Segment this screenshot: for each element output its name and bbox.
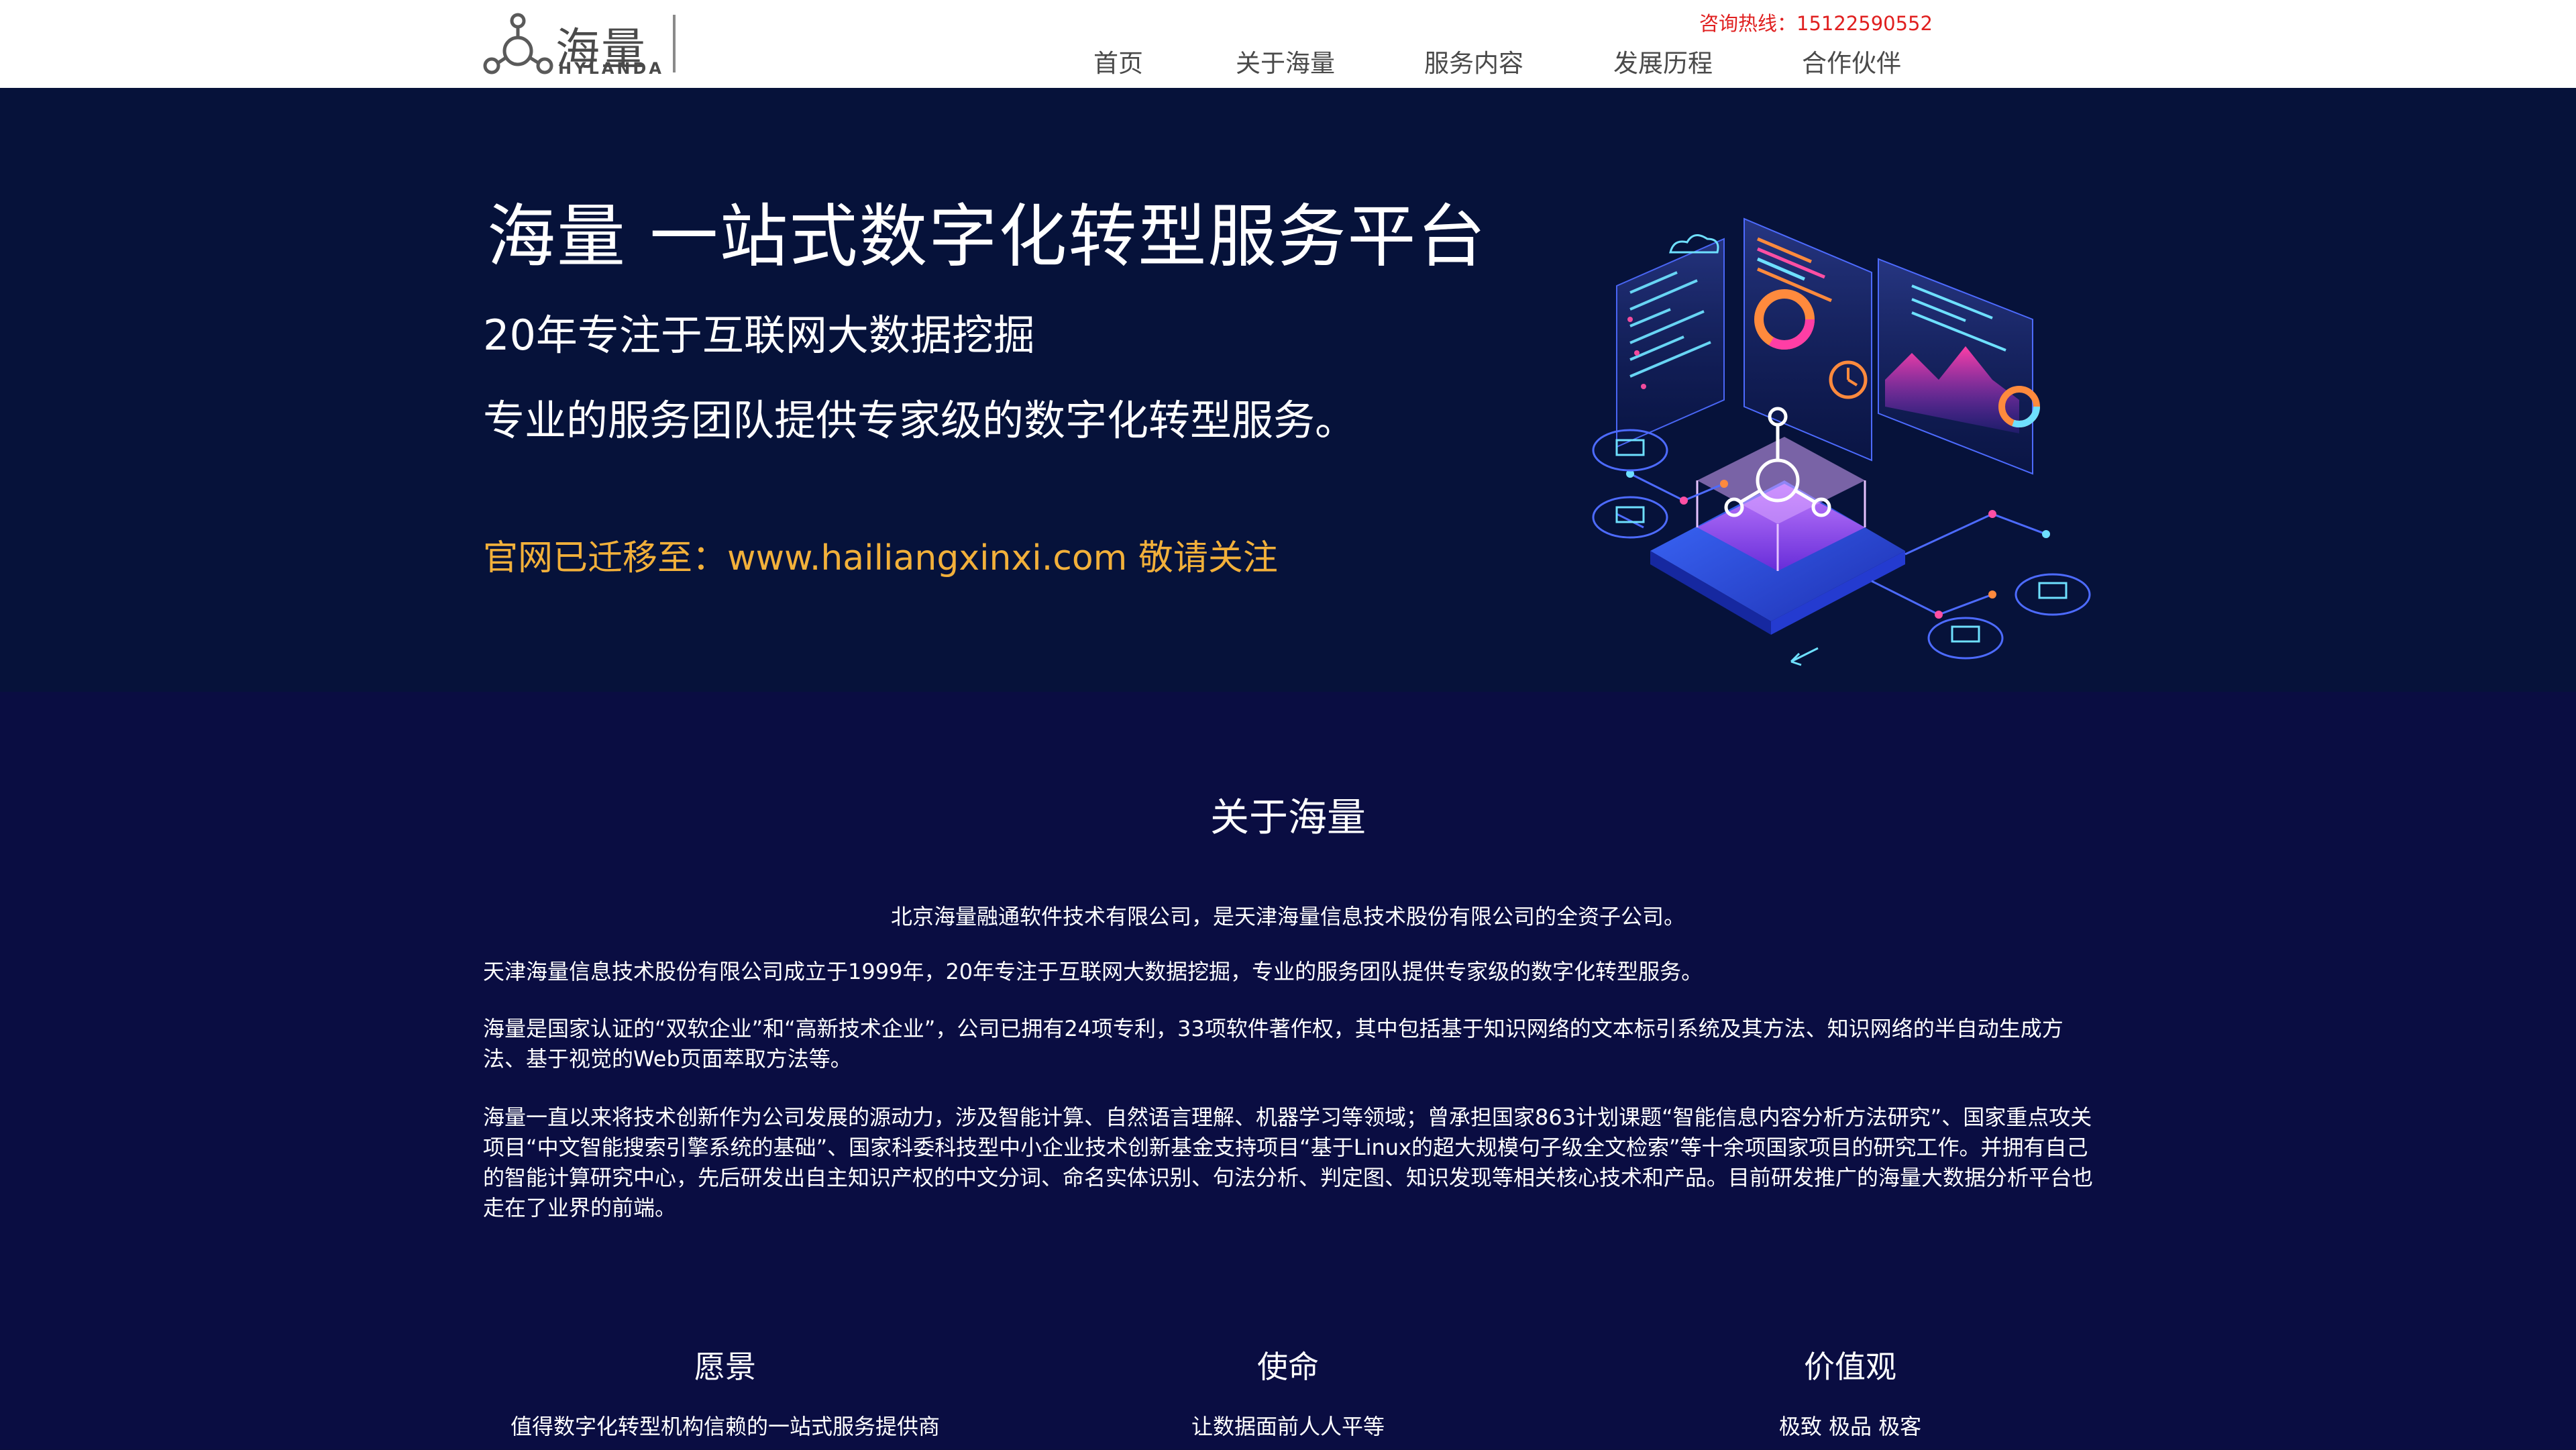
company-values: 愿景 值得数字化转型机构信赖的一站式服务提供商 使命 让数据面前人人平等 价值观… bbox=[0, 1343, 2576, 1450]
nav-item-home[interactable]: 首页 bbox=[1093, 43, 1143, 79]
about-title: 关于海量 bbox=[1210, 794, 1366, 840]
about-paragraph-certification: 海量是国家认证的“双软企业”和“高新技术企业”，公司已拥有24项专利，33项软件… bbox=[483, 1016, 2063, 1072]
hero-banner: 海量 一站式数字化转型服务平台 20年专注于互联网大数据挖掘 专业的服务团队提供… bbox=[0, 88, 2576, 692]
about-paragraph-company: 天津海量信息技术股份有限公司成立于1999年，20年专注于互联网大数据挖掘，专业… bbox=[483, 959, 1703, 984]
logo-english-name: HYLANDA bbox=[558, 59, 664, 78]
hero-subtitle-1: 20年专注于互联网大数据挖掘 bbox=[483, 311, 1035, 360]
molecule-logo-icon bbox=[483, 13, 553, 74]
hero-subtitle-2: 专业的服务团队提供专家级的数字化转型服务。 bbox=[483, 396, 1357, 445]
nav-item-history[interactable]: 发展历程 bbox=[1613, 43, 1713, 79]
isometric-data-illustration bbox=[1592, 217, 2091, 666]
hotline-text: 咨询热线：15122590552 bbox=[1699, 12, 1933, 35]
nav-item-partners[interactable]: 合作伙伴 bbox=[1802, 43, 1901, 79]
nav-item-about[interactable]: 关于海量 bbox=[1236, 43, 1335, 79]
hylanda-logo[interactable]: 海量 HYLANDA bbox=[483, 12, 678, 78]
about-paragraph-innovation: 海量一直以来将技术创新作为公司发展的源动力，涉及智能计算、自然语言理解、机器学习… bbox=[483, 1104, 2094, 1221]
hero-title: 海量 一站式数字化转型服务平台 bbox=[487, 197, 1487, 277]
value-core-heading: 价值观 bbox=[1804, 1349, 1896, 1385]
value-core-text: 极致 极品 极客 bbox=[1778, 1414, 1922, 1439]
logo-divider bbox=[673, 15, 676, 72]
site-header: 海量 HYLANDA 咨询热线：15122590552 首页 关于海量 服务内容… bbox=[0, 0, 2576, 88]
value-core-values: 价值观 极致 极品 极客 bbox=[1515, 1343, 2186, 1441]
about-section: 关于海量 北京海量融通软件技术有限公司，是天津海量信息技术股份有限公司的全资子公… bbox=[0, 692, 2576, 1449]
site-migration-notice[interactable]: 官网已迁移至：www.hailiangxinxi.com 敬请关注 bbox=[483, 529, 1278, 580]
about-intro: 北京海量融通软件技术有限公司，是天津海量信息技术股份有限公司的全资子公司。 bbox=[890, 904, 1685, 929]
nav-item-services[interactable]: 服务内容 bbox=[1424, 43, 1523, 79]
